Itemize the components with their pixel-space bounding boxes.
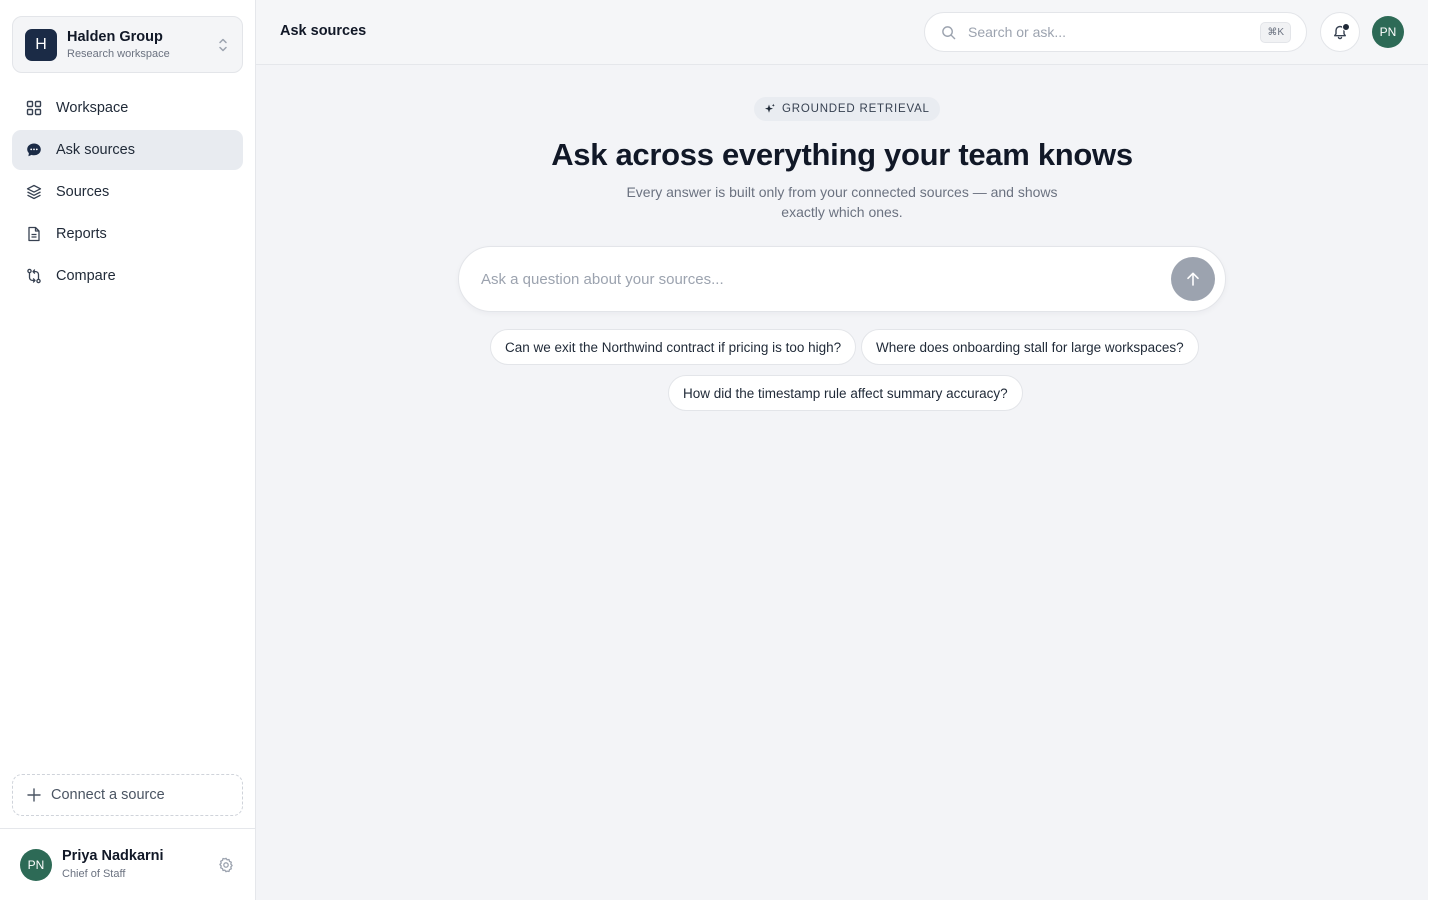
sidebar-item-label: Ask sources xyxy=(56,142,135,158)
sidebar-item-compare[interactable]: Compare xyxy=(12,256,243,296)
sidebar-item-label: Sources xyxy=(56,184,110,200)
workspace-text: Halden Group Research workspace xyxy=(67,28,216,62)
topbar: Ask sources Search or ask... ⌘K PN xyxy=(256,0,1428,65)
send-button[interactable] xyxy=(1171,257,1215,301)
workspace-logo: H xyxy=(25,28,57,61)
user-role: Chief of Staff xyxy=(62,868,126,880)
ask-input[interactable]: Ask a question about your sources... xyxy=(458,246,1226,312)
sidebar-item-label: Workspace xyxy=(56,100,129,116)
top-avatar[interactable]: PN xyxy=(1372,16,1404,48)
suggestion-chip[interactable]: Where does onboarding stall for large wo… xyxy=(861,329,1199,365)
sidebar-item-sources[interactable]: Sources xyxy=(12,172,243,212)
plus-icon xyxy=(27,788,41,802)
ask-placeholder: Ask a question about your sources... xyxy=(481,270,724,288)
notifications-button[interactable] xyxy=(1320,12,1360,52)
user-text: Priya Nadkarni Chief of Staff xyxy=(62,847,218,882)
connect-source-label: Connect a source xyxy=(51,787,165,803)
shortcut-badge: ⌘K xyxy=(1260,21,1291,43)
scrollbar-gutter xyxy=(1428,0,1440,900)
workspace-switcher[interactable]: H Halden Group Research workspace xyxy=(12,16,243,73)
sidebar: H Halden Group Research workspace Worksp… xyxy=(0,0,256,900)
grid-icon xyxy=(26,100,42,116)
avatar[interactable]: PN xyxy=(20,848,52,881)
compare-icon xyxy=(27,268,41,284)
search-input[interactable]: Search or ask... ⌘K xyxy=(924,12,1307,52)
connect-source-button[interactable]: Connect a source xyxy=(12,774,243,816)
arrow-up-icon xyxy=(1187,272,1199,286)
sidebar-item-label: Compare xyxy=(56,268,116,284)
sidebar-nav: Workspace Ask sources Sources Reports Co… xyxy=(12,88,243,298)
document-icon xyxy=(28,226,40,242)
notification-dot xyxy=(1342,23,1350,31)
sparkle-icon xyxy=(765,103,775,113)
grounded-retrieval-badge: GROUNDED RETRIEVAL xyxy=(754,97,940,121)
page-title: Ask sources xyxy=(280,23,367,39)
workspace-subtitle: Research workspace xyxy=(67,47,170,60)
search-icon xyxy=(942,25,956,39)
suggestion-chip[interactable]: How did the timestamp rule affect summar… xyxy=(668,375,1023,411)
sidebar-item-ask-sources[interactable]: Ask sources xyxy=(12,130,243,170)
gear-icon[interactable] xyxy=(218,857,234,873)
sidebar-item-label: Reports xyxy=(56,226,107,242)
hero-subtitle: Every answer is built only from your con… xyxy=(626,184,1058,220)
user-name: Priya Nadkarni xyxy=(62,848,164,864)
chat-icon xyxy=(27,143,41,157)
layers-icon xyxy=(26,184,42,200)
workspace-name: Halden Group xyxy=(67,28,163,45)
sidebar-item-reports[interactable]: Reports xyxy=(12,214,243,254)
user-footer: PN Priya Nadkarni Chief of Staff xyxy=(0,828,255,900)
badge-label: GROUNDED RETRIEVAL xyxy=(782,103,930,115)
search-placeholder: Search or ask... xyxy=(968,24,1067,40)
chevron-up-down-icon xyxy=(219,38,227,51)
suggestion-chip[interactable]: Can we exit the Northwind contract if pr… xyxy=(490,329,857,365)
hero-title: Ask across everything your team knows xyxy=(551,137,1133,172)
sidebar-item-workspace[interactable]: Workspace xyxy=(12,88,243,128)
